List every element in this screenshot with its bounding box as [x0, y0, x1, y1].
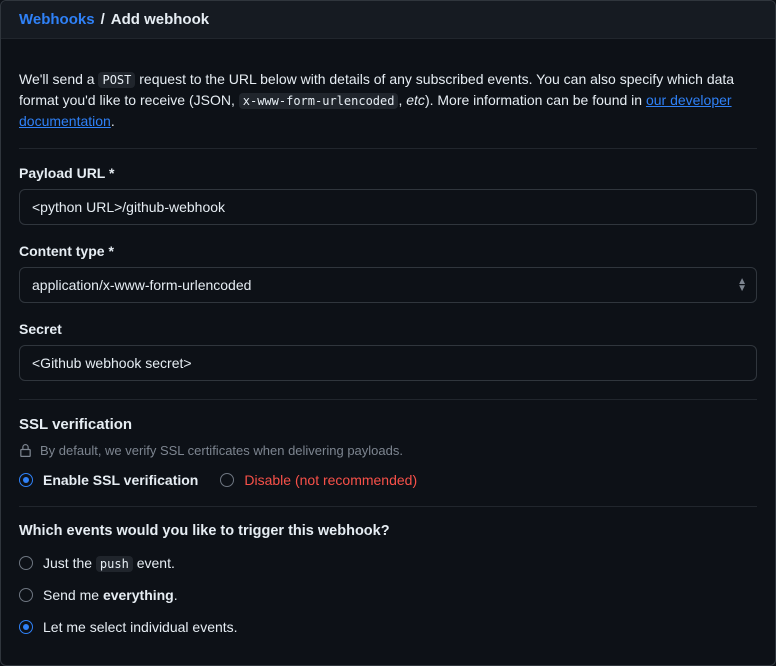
events-everything-pre: Send me	[43, 587, 103, 603]
ssl-note: By default, we verify SSL certificates w…	[19, 443, 757, 458]
panel-header: Webhooks / Add webhook	[1, 1, 775, 39]
breadcrumb-leaf: Add webhook	[111, 11, 209, 28]
secret-field: Secret	[19, 321, 757, 381]
ssl-note-text: By default, we verify SSL certificates w…	[40, 443, 403, 458]
events-push-post: event.	[133, 555, 175, 571]
breadcrumb-root[interactable]: Webhooks	[19, 11, 95, 28]
payload-url-input[interactable]	[19, 189, 757, 225]
events-push-pre: Just the	[43, 555, 96, 571]
events-question: Which events would you like to trigger t…	[19, 523, 757, 539]
ssl-heading: SSL verification	[19, 416, 757, 433]
ssl-enable-option[interactable]: Enable SSL verification	[19, 472, 198, 488]
events-everything-radio[interactable]	[19, 588, 33, 602]
events-everything-post: .	[174, 587, 178, 603]
breadcrumb-separator: /	[101, 11, 105, 28]
intro-text: We'll send a POST request to the URL bel…	[19, 69, 757, 132]
secret-input[interactable]	[19, 345, 757, 381]
events-push-code: push	[96, 556, 133, 572]
breadcrumb: Webhooks / Add webhook	[19, 11, 757, 28]
divider	[19, 399, 757, 400]
events-individual-option[interactable]: Let me select individual events.	[19, 619, 757, 635]
divider	[19, 506, 757, 507]
content-type-select[interactable]: application/x-www-form-urlencoded	[19, 267, 757, 303]
ssl-disable-label: Disable	[244, 472, 295, 488]
events-individual-radio[interactable]	[19, 620, 33, 634]
ssl-enable-label: Enable SSL verification	[43, 472, 198, 488]
events-everything-strong: everything	[103, 587, 174, 603]
secret-label: Secret	[19, 321, 757, 337]
ssl-radio-group: Enable SSL verification Disable (not rec…	[19, 472, 757, 488]
content-type-label: Content type *	[19, 243, 757, 259]
payload-url-field: Payload URL *	[19, 165, 757, 225]
events-push-radio[interactable]	[19, 556, 33, 570]
ssl-disable-option[interactable]: Disable (not recommended)	[220, 472, 417, 488]
intro-period: .	[111, 113, 115, 129]
payload-url-label: Payload URL *	[19, 165, 757, 181]
ssl-disable-note: (not recommended)	[295, 472, 417, 488]
events-everything-option[interactable]: Send me everything.	[19, 587, 757, 603]
ssl-disable-radio[interactable]	[220, 473, 234, 487]
panel-body: We'll send a POST request to the URL bel…	[1, 39, 775, 635]
lock-icon	[19, 443, 32, 458]
content-type-code: x-www-form-urlencoded	[239, 93, 399, 109]
http-method-code: POST	[98, 72, 135, 88]
ssl-enable-radio[interactable]	[19, 473, 33, 487]
events-individual-label: Let me select individual events.	[43, 619, 238, 635]
events-radio-group: Just the push event. Send me everything.…	[19, 555, 757, 635]
divider	[19, 148, 757, 149]
webhook-settings-panel: Webhooks / Add webhook We'll send a POST…	[0, 0, 776, 666]
content-type-field: Content type * application/x-www-form-ur…	[19, 243, 757, 303]
intro-pre: We'll send a	[19, 71, 98, 87]
events-push-option[interactable]: Just the push event.	[19, 555, 757, 571]
intro-etc: etc	[406, 92, 425, 108]
intro-post: ). More information can be found in	[425, 92, 646, 108]
